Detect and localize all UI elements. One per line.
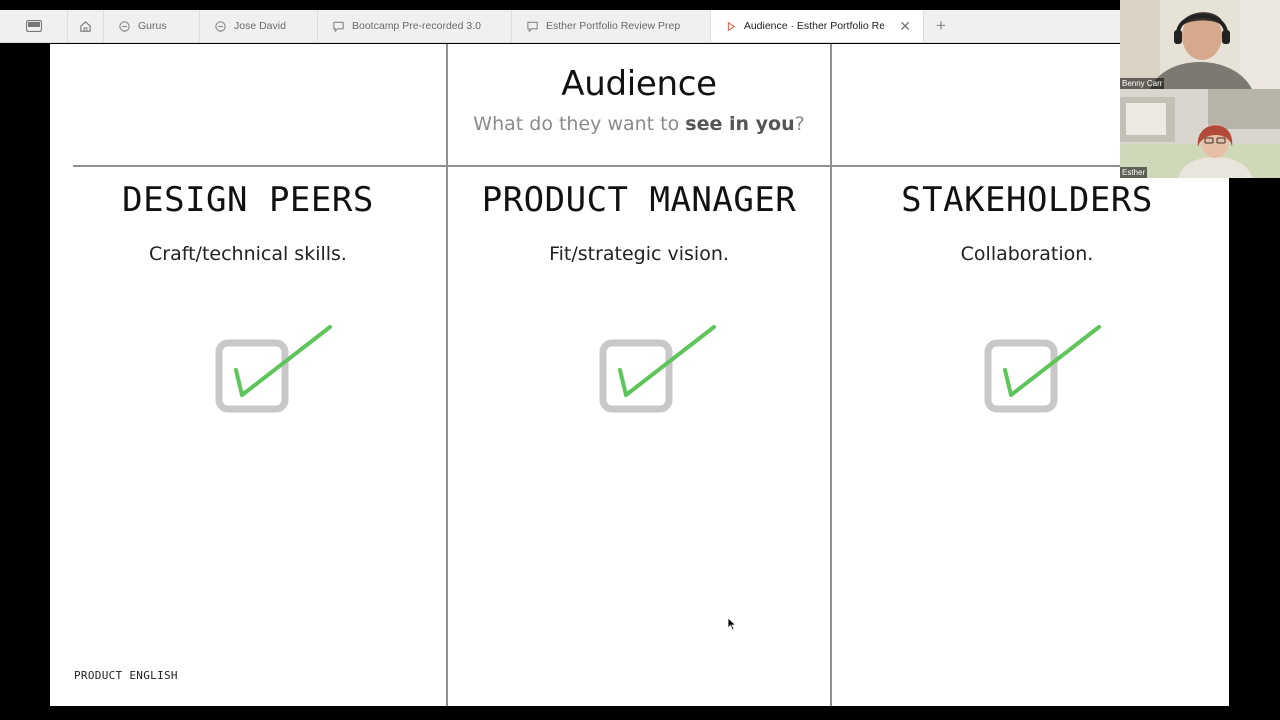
close-tab-icon[interactable]: ✕ — [899, 19, 911, 33]
column-heading: DESIGN PEERS — [122, 180, 374, 220]
page-icon — [119, 20, 130, 32]
column-heading: STAKEHOLDERS — [901, 180, 1153, 220]
slide-title: Audience — [561, 64, 717, 104]
home-icon — [80, 20, 91, 32]
home-tab[interactable] — [68, 10, 104, 42]
page-icon — [215, 20, 226, 32]
tab-label: Gurus — [138, 20, 167, 32]
participant-name: Esther — [1120, 167, 1148, 178]
sidebar-toggle-icon — [25, 20, 42, 32]
participant-video-benny[interactable]: Benny Carr — [1120, 0, 1280, 89]
tab-bootcamp-pre-recorded[interactable]: Bootcamp Pre-recorded 3.0 — [318, 10, 512, 42]
tab-label: Audience · Esther Portfolio Revie — [743, 20, 885, 32]
subtitle-emphasis: see in you — [685, 113, 795, 135]
participant-avatar — [1120, 89, 1280, 178]
subtitle-text: What do they want to — [473, 113, 686, 135]
tab-gurus[interactable]: Gurus — [104, 10, 200, 42]
column-description: Fit/strategic vision. — [549, 243, 729, 265]
participant-avatar — [1120, 0, 1280, 89]
new-tab-button[interactable]: + — [924, 10, 958, 42]
mouse-cursor-icon — [727, 617, 737, 631]
comment-icon — [333, 21, 344, 32]
column-description: Collaboration. — [960, 243, 1094, 265]
participant-name: Benny Carr — [1120, 78, 1165, 89]
checkbox-checked-icon — [984, 325, 1101, 413]
presentation-slide: Audience What do they want to see in you… — [50, 44, 1229, 706]
column-heading: PRODUCT MANAGER — [481, 180, 797, 220]
tab-label: Esther Portfolio Review Prep — [546, 20, 681, 32]
sidebar-toggle-button[interactable] — [0, 10, 68, 42]
slide-footer-brand: PRODUCT ENGLISH — [74, 669, 178, 682]
play-icon — [727, 21, 736, 31]
checkbox-checked-icon — [215, 325, 332, 413]
browser-tab-bar: Gurus Jose David Bootcamp Pre-recorded 3… — [0, 10, 1120, 43]
tab-audience-active[interactable]: Audience · Esther Portfolio Revie ✕ — [711, 10, 924, 42]
participant-video-esther[interactable]: Esther — [1120, 89, 1280, 178]
checkbox-checked-icon — [599, 325, 716, 413]
slide-subtitle: What do they want to see in you? — [447, 113, 831, 135]
column-description: Craft/technical skills. — [149, 243, 347, 265]
tab-esther-portfolio-review-prep[interactable]: Esther Portfolio Review Prep — [512, 10, 711, 42]
tab-label: Bootcamp Pre-recorded 3.0 — [352, 20, 481, 32]
tab-label: Jose David — [234, 20, 286, 32]
subtitle-end: ? — [794, 113, 805, 135]
tab-jose-david[interactable]: Jose David — [200, 10, 318, 42]
comment-icon — [527, 21, 538, 32]
